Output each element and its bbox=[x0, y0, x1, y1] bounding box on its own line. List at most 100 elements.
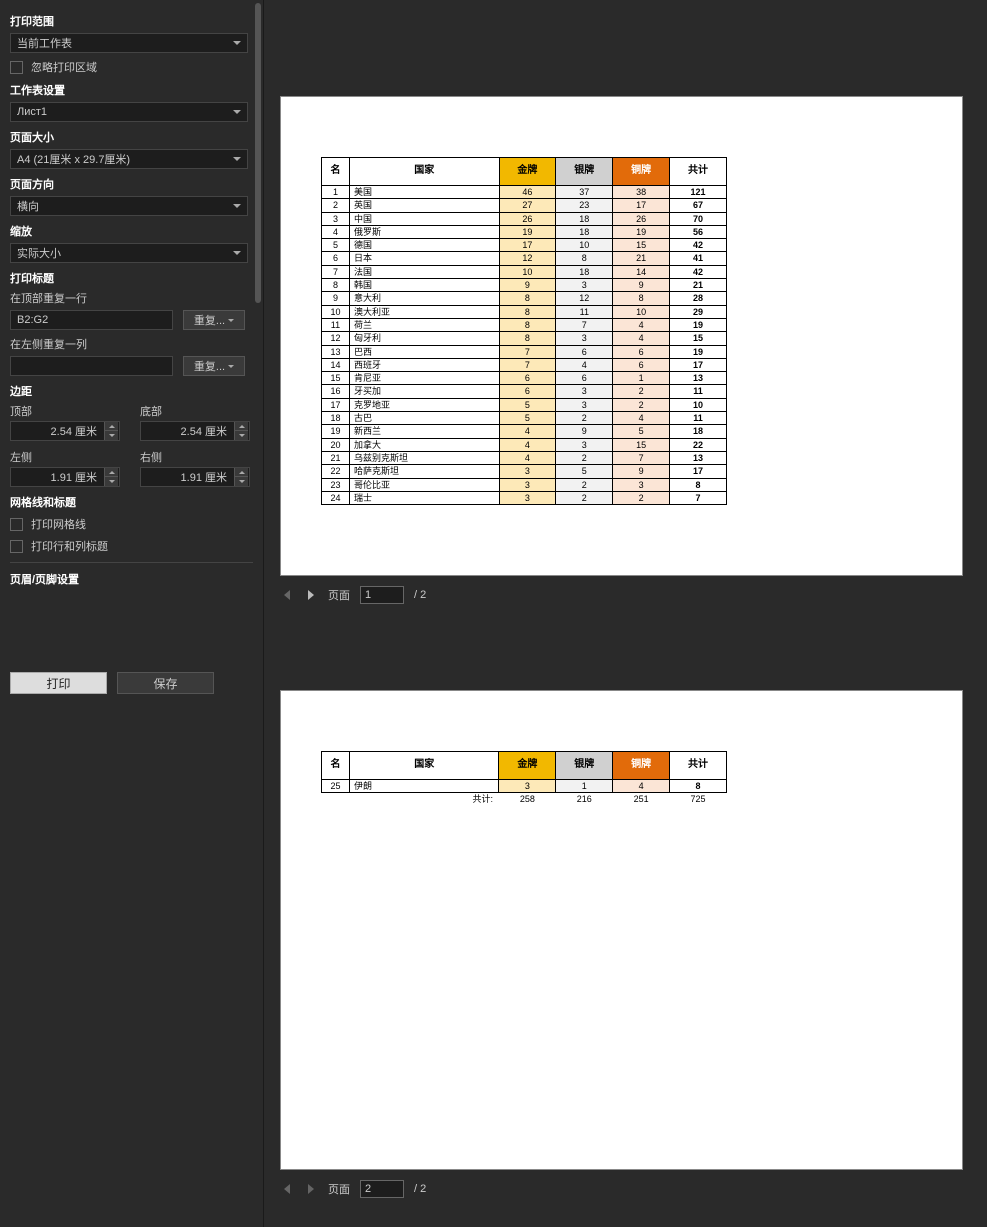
sheet-select[interactable]: Лист1 bbox=[10, 102, 248, 122]
th-country: 国家 bbox=[349, 158, 499, 186]
page-size-value: A4 (21厘米 x 29.7厘米) bbox=[17, 151, 130, 167]
page-number-input-1[interactable] bbox=[360, 586, 404, 604]
checkbox-icon[interactable] bbox=[10, 518, 23, 531]
margin-left-spinner[interactable]: 1.91 厘米 bbox=[10, 467, 120, 487]
next-page-icon[interactable] bbox=[304, 588, 318, 602]
table-row: 8 韩国 9 3 9 21 bbox=[322, 279, 727, 292]
th-country: 国家 bbox=[349, 752, 499, 780]
repeat-row-label: 在顶部重复一行 bbox=[10, 290, 253, 306]
table-row: 7 法国 10 18 14 42 bbox=[322, 265, 727, 278]
table-row: 1 美国 46 37 38 121 bbox=[322, 186, 727, 199]
chevron-down-icon bbox=[233, 251, 241, 255]
page-of: / 2 bbox=[414, 1183, 426, 1195]
table-row: 2 英国 27 23 17 67 bbox=[322, 199, 727, 212]
page-nav-2: 页面 / 2 bbox=[280, 1180, 971, 1198]
spinner-up-icon[interactable] bbox=[234, 422, 248, 431]
ignore-print-area-row[interactable]: 忽略打印区域 bbox=[10, 59, 253, 75]
table-row: 6 日本 12 8 21 41 bbox=[322, 252, 727, 265]
page-size-title: 页面大小 bbox=[10, 129, 253, 145]
th-bronze: 铜牌 bbox=[613, 752, 670, 780]
header-footer-title[interactable]: 页眉/页脚设置 bbox=[10, 562, 253, 587]
print-settings-sidebar: 打印范围 当前工作表 忽略打印区域 工作表设置 Лист1 页面大小 A4 (2… bbox=[0, 0, 264, 1227]
print-headings-row[interactable]: 打印行和列标题 bbox=[10, 538, 253, 554]
ignore-print-area-label: 忽略打印区域 bbox=[31, 59, 97, 75]
repeat-row-input[interactable] bbox=[10, 310, 173, 330]
table-row: 12 匈牙利 8 3 4 15 bbox=[322, 332, 727, 345]
checkbox-icon[interactable] bbox=[10, 540, 23, 553]
table-row: 24 瑞士 3 2 2 7 bbox=[322, 491, 727, 504]
table-row: 16 牙买加 6 3 2 11 bbox=[322, 385, 727, 398]
table-row: 18 古巴 5 2 4 11 bbox=[322, 412, 727, 425]
page-number-input-2[interactable] bbox=[360, 1180, 404, 1198]
print-gridlines-row[interactable]: 打印网格线 bbox=[10, 516, 253, 532]
page-label: 页面 bbox=[328, 587, 350, 603]
repeat-col-input[interactable] bbox=[10, 356, 173, 376]
save-button[interactable]: 保存 bbox=[117, 672, 214, 694]
prev-page-icon[interactable] bbox=[280, 1182, 294, 1196]
spinner-down-icon[interactable] bbox=[234, 477, 248, 486]
chevron-down-icon bbox=[233, 41, 241, 45]
chevron-down-icon bbox=[233, 204, 241, 208]
gridlines-title: 网格线和标题 bbox=[10, 494, 253, 510]
checkbox-icon[interactable] bbox=[10, 61, 23, 74]
table-row: 5 德国 17 10 15 42 bbox=[322, 239, 727, 252]
spinner-up-icon[interactable] bbox=[104, 422, 118, 431]
spinner-up-icon[interactable] bbox=[104, 468, 118, 477]
orientation-select[interactable]: 横向 bbox=[10, 196, 248, 216]
chevron-down-icon bbox=[233, 110, 241, 114]
th-total: 共计 bbox=[670, 752, 727, 780]
margin-top-label: 顶部 bbox=[10, 403, 120, 419]
margin-left-label: 左侧 bbox=[10, 449, 120, 465]
totals-row: 共计: 258216 251725 bbox=[322, 793, 727, 806]
margins-title: 边距 bbox=[10, 383, 253, 399]
margin-bottom-spinner[interactable]: 2.54 厘米 bbox=[140, 421, 250, 441]
th-gold: 金牌 bbox=[499, 752, 556, 780]
th-silver: 银牌 bbox=[556, 158, 613, 186]
print-range-select[interactable]: 当前工作表 bbox=[10, 33, 248, 53]
th-bronze: 铜牌 bbox=[613, 158, 670, 186]
th-gold: 金牌 bbox=[499, 158, 556, 186]
preview-page-2: 名 国家 金牌 银牌 铜牌 共计 25 伊朗 3 1 4 8 共计: 25821… bbox=[280, 690, 963, 1170]
table-row: 13 巴西 7 6 6 19 bbox=[322, 345, 727, 358]
margin-right-spinner[interactable]: 1.91 厘米 bbox=[140, 467, 250, 487]
print-headings-label: 打印行和列标题 bbox=[31, 538, 108, 554]
orientation-title: 页面方向 bbox=[10, 176, 253, 192]
spinner-down-icon[interactable] bbox=[234, 431, 248, 440]
spinner-up-icon[interactable] bbox=[234, 468, 248, 477]
th-rank: 名 bbox=[322, 752, 350, 780]
page-size-select[interactable]: A4 (21厘米 x 29.7厘米) bbox=[10, 149, 248, 169]
print-button[interactable]: 打印 bbox=[10, 672, 107, 694]
table-row: 10 澳大利亚 8 11 10 29 bbox=[322, 305, 727, 318]
sidebar-scrollbar[interactable] bbox=[255, 3, 261, 303]
table-row: 3 中国 26 18 26 70 bbox=[322, 212, 727, 225]
table-row: 15 肯尼亚 6 6 1 13 bbox=[322, 372, 727, 385]
table-row: 14 西班牙 7 4 6 17 bbox=[322, 358, 727, 371]
next-page-icon[interactable] bbox=[304, 1182, 318, 1196]
table-row: 22 哈萨克斯坦 3 5 9 17 bbox=[322, 465, 727, 478]
table-row: 25 伊朗 3 1 4 8 bbox=[322, 780, 727, 793]
print-preview-area: 名 国家 金牌 银牌 铜牌 共计 1 美国 46 37 38 121 2 英国 … bbox=[264, 0, 987, 1227]
page-label: 页面 bbox=[328, 1181, 350, 1197]
print-range-value: 当前工作表 bbox=[17, 35, 72, 51]
scaling-select[interactable]: 实际大小 bbox=[10, 243, 248, 263]
sheet-value: Лист1 bbox=[17, 106, 47, 118]
spinner-down-icon[interactable] bbox=[104, 431, 118, 440]
scaling-value: 实际大小 bbox=[17, 245, 61, 261]
th-total: 共计 bbox=[670, 158, 727, 186]
spinner-down-icon[interactable] bbox=[104, 477, 118, 486]
margin-top-spinner[interactable]: 2.54 厘米 bbox=[10, 421, 120, 441]
th-silver: 银牌 bbox=[556, 752, 613, 780]
repeat-col-button[interactable]: 重复... bbox=[183, 356, 245, 376]
table-row: 21 乌兹别克斯坦 4 2 7 13 bbox=[322, 451, 727, 464]
prev-page-icon[interactable] bbox=[280, 588, 294, 602]
page-nav-1: 页面 / 2 bbox=[280, 586, 971, 604]
table-row: 23 哥伦比亚 3 2 3 8 bbox=[322, 478, 727, 491]
table-row: 20 加拿大 4 3 15 22 bbox=[322, 438, 727, 451]
scaling-title: 缩放 bbox=[10, 223, 253, 239]
page-of: / 2 bbox=[414, 589, 426, 601]
table-row: 4 俄罗斯 19 18 19 56 bbox=[322, 225, 727, 238]
preview-page-1: 名 国家 金牌 银牌 铜牌 共计 1 美国 46 37 38 121 2 英国 … bbox=[280, 96, 963, 576]
repeat-row-button[interactable]: 重复... bbox=[183, 310, 245, 330]
table-row: 19 新西兰 4 9 5 18 bbox=[322, 425, 727, 438]
margin-bottom-label: 底部 bbox=[140, 403, 250, 419]
